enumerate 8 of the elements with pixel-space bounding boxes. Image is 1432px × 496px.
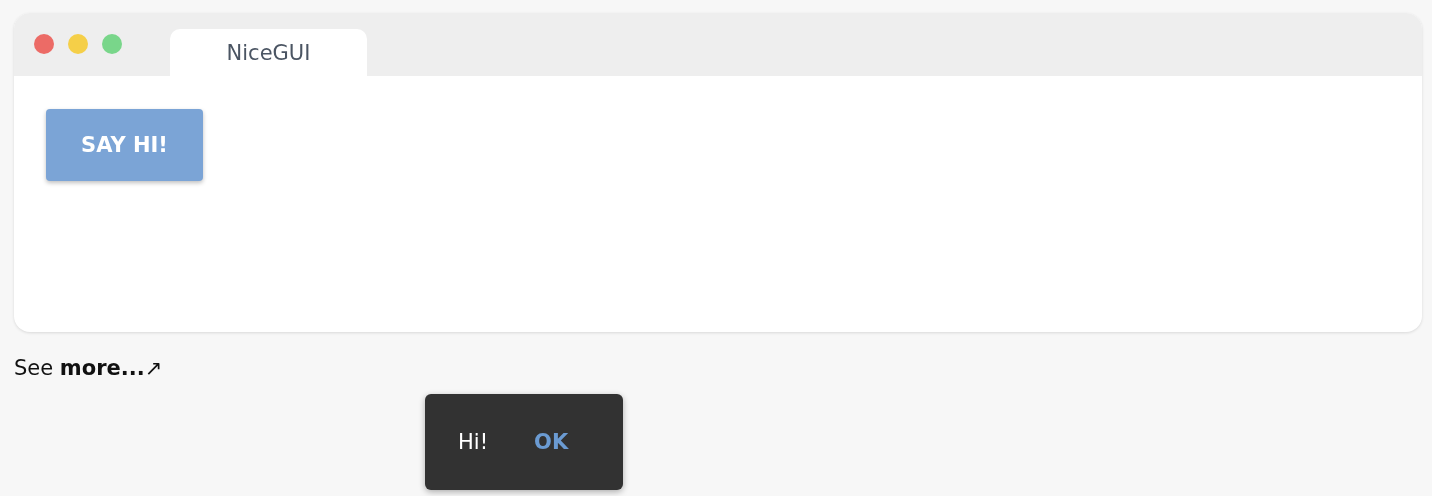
minimize-icon[interactable] — [68, 34, 88, 54]
ok-button[interactable]: OK — [534, 430, 569, 454]
more-link[interactable]: more...↗ — [59, 356, 163, 380]
notification-message: Hi! — [458, 430, 489, 454]
browser-tab[interactable]: NiceGUI — [170, 29, 367, 76]
close-icon[interactable] — [34, 34, 54, 54]
see-more-text: See more...↗ — [14, 356, 164, 380]
maximize-icon[interactable] — [102, 34, 122, 54]
